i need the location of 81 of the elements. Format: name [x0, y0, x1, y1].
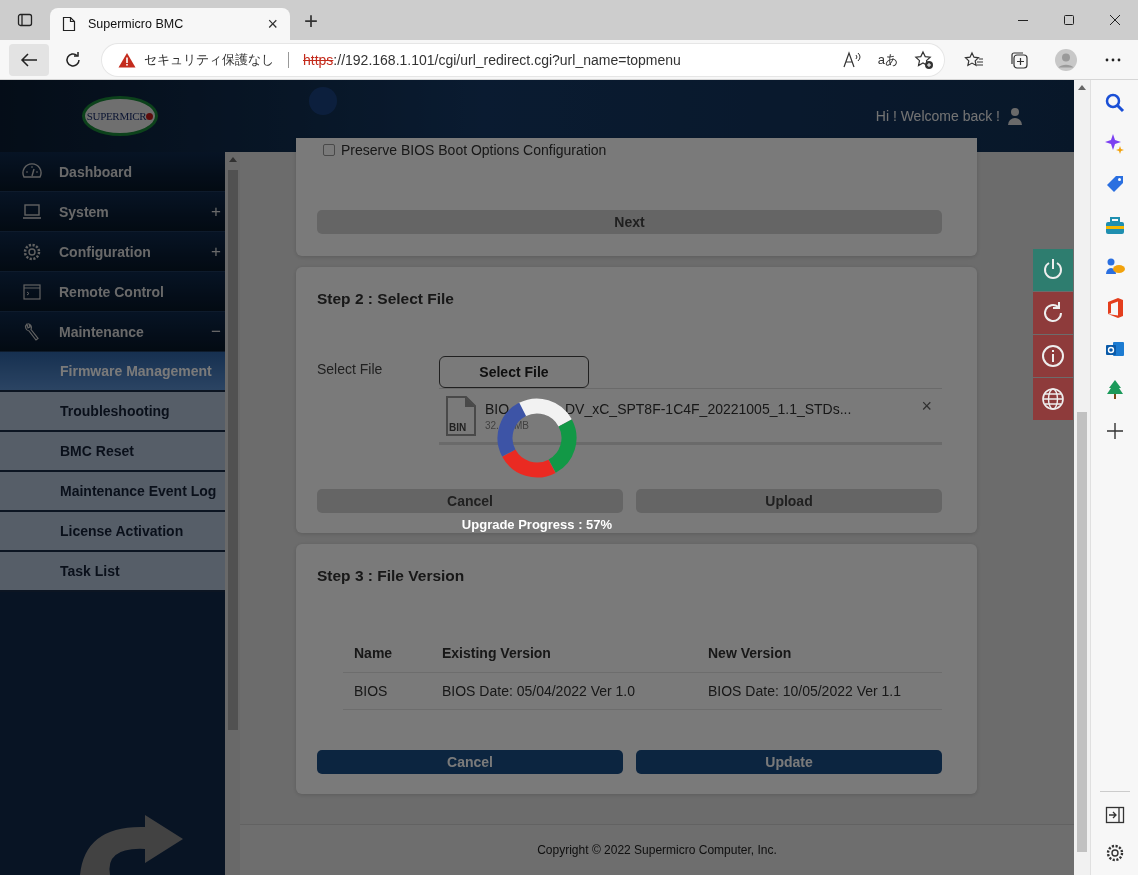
nav-label: Configuration [59, 243, 152, 260]
nav-subitem[interactable]: License Activation [0, 512, 225, 552]
nav-subitem[interactable]: Maintenance Event Log [0, 472, 225, 512]
refresh-icon [1041, 301, 1065, 325]
nav-label: Maintenance [59, 323, 145, 340]
table-cell: BIOS Date: 10/05/2022 Ver 1.1 [697, 672, 942, 709]
nav-label: Dashboard [59, 163, 134, 180]
close-icon[interactable]: × [267, 13, 278, 35]
power-icon [1041, 258, 1065, 282]
step-title: Step 3 : File Version [317, 567, 466, 585]
expand-icon: + [211, 241, 221, 262]
quick-action-button[interactable] [1033, 335, 1073, 377]
table-cell: BIOS [343, 672, 431, 709]
wrench-icon [22, 321, 42, 342]
table-cell: BIOS Date: 05/04/2022 Ver 1.0 [431, 672, 697, 709]
column-header: Name [343, 633, 431, 672]
search-icon[interactable] [1103, 92, 1126, 114]
select-file-button[interactable]: Select File [439, 356, 589, 388]
settings-icon[interactable] [1104, 843, 1125, 863]
warning-icon [118, 51, 136, 68]
read-aloud-icon[interactable] [841, 50, 862, 69]
favorites-icon[interactable] [964, 50, 984, 69]
cancel-button[interactable]: Cancel [317, 749, 623, 774]
quick-action-button[interactable] [1033, 292, 1073, 334]
copyright-text: Copyright © 2022 Supermicro Computer, Inc. [537, 843, 777, 857]
nav-subitem[interactable]: Troubleshooting [0, 392, 225, 432]
tab-actions-icon[interactable] [17, 12, 33, 28]
profile-avatar-icon[interactable] [1054, 47, 1078, 72]
tab-title: Supermicro BMC [88, 17, 185, 31]
nav-subitem[interactable]: Firmware Management [0, 352, 225, 392]
laptop-icon [22, 201, 42, 222]
new-tab-button[interactable]: + [290, 7, 328, 40]
dot-icon [146, 112, 154, 120]
settings-icon [22, 241, 42, 262]
page-icon [62, 16, 76, 32]
file-icon [446, 395, 476, 436]
scroll-up-icon[interactable] [228, 157, 237, 162]
expand-icon: + [211, 201, 221, 222]
user-icon[interactable] [1008, 107, 1022, 125]
cancel-button: Cancel [317, 489, 623, 513]
info-icon [1041, 344, 1065, 368]
console-icon [22, 281, 42, 302]
logo-text: SUPERMICR [86, 110, 147, 122]
welcome-text: Hi ! Welcome back ! [875, 108, 1000, 124]
url-text: https://192.168.1.101/cgi/url_redirect.cgi?url_name=topmenu [303, 51, 681, 68]
step-title: Step 2 : Select File [317, 290, 455, 308]
browser-tab[interactable]: Supermicro BMC × [50, 8, 290, 40]
file-name: DV_xC_SPT8F-1C4F_20221005_1.1_STDs... [565, 400, 852, 417]
address-field[interactable]: セキュリティ保護なし https://192.168.1.101/cgi/url_redirect.cgi?url_name=topmenu aあ [102, 43, 944, 76]
nav-label: Remote Control [59, 283, 165, 300]
column-header: Existing Version [431, 633, 697, 672]
nav-subitem[interactable]: Task List [0, 552, 225, 592]
back-button[interactable] [9, 43, 49, 76]
file-name: BIO [485, 400, 511, 417]
refresh-icon[interactable] [64, 50, 82, 69]
remove-icon[interactable]: × [921, 396, 932, 417]
quick-action-button[interactable] [1033, 378, 1073, 420]
sidebar-toggle-icon[interactable] [1104, 806, 1125, 824]
upload-button: Upload [636, 489, 942, 513]
translate-button[interactable]: aあ [877, 50, 898, 69]
checkbox[interactable] [323, 144, 335, 156]
collapse-icon: − [211, 321, 221, 342]
security-label: セキュリティ保護なし [144, 50, 274, 69]
option-label: Preserve BIOS Boot Options Configuration [341, 142, 607, 158]
globe-icon [1041, 387, 1065, 411]
nav-label: System [59, 203, 110, 220]
scrollbar[interactable] [1074, 80, 1090, 875]
favorite-add-icon[interactable] [914, 49, 934, 70]
collections-icon[interactable] [1009, 49, 1029, 70]
nav-subitem[interactable]: BMC Reset [0, 432, 225, 472]
file-size: 32. [485, 419, 500, 431]
more-icon[interactable] [1103, 56, 1123, 63]
progress-text: Upgrade Progress : 57% [461, 517, 613, 532]
field-label: Select File [317, 360, 384, 379]
quick-action-button[interactable] [1033, 249, 1073, 291]
toolbox-icon[interactable] [1103, 215, 1126, 237]
next-button: Next [317, 210, 942, 234]
update-button[interactable]: Update [636, 749, 942, 774]
file-type-label: BIN [449, 421, 467, 433]
back-arrow-icon [20, 51, 38, 68]
column-header: New Version [697, 633, 942, 672]
